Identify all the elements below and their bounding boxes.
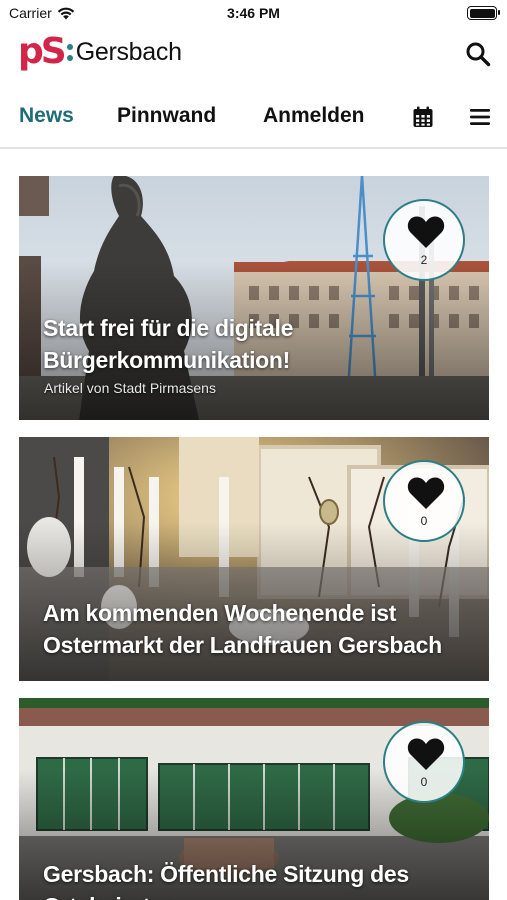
tab-pinnwand[interactable]: Pinnwand [117, 104, 216, 128]
article-card[interactable]: Gersbach: Öffentliche Sitzung des Ortsbe… [19, 698, 489, 900]
article-title: Gersbach: Öffentliche Sitzung des Ortsbe… [43, 861, 409, 900]
search-icon[interactable] [465, 41, 491, 67]
heart-icon [407, 477, 445, 509]
clock: 3:46 PM [227, 5, 280, 21]
heart-icon [407, 738, 445, 770]
menu-icon[interactable] [468, 105, 492, 129]
app-logo[interactable]: pS Gersbach [18, 32, 182, 72]
calendar-icon[interactable] [411, 105, 435, 129]
like-count: 0 [420, 775, 428, 789]
article-title: Am kommenden Wochenende ist Ostermarkt d… [43, 600, 442, 658]
battery-icon [467, 6, 500, 20]
header-divider [0, 147, 507, 149]
like-button[interactable]: 2 [383, 199, 465, 281]
logo-mark: pS [18, 31, 67, 72]
tab-bar: News Pinnwand Anmelden [0, 96, 507, 140]
like-button[interactable]: 0 [383, 460, 465, 542]
app-header: pS Gersbach [0, 28, 507, 80]
logo-name: Gersbach [75, 37, 182, 66]
logo-colon [66, 39, 74, 65]
tab-news[interactable]: News [19, 104, 74, 128]
article-card[interactable]: Am kommenden Wochenende ist Ostermarkt d… [19, 437, 489, 681]
article-card[interactable]: Start frei für die digitale Bürgerkommun… [19, 176, 489, 420]
article-title: Start frei für die digitale Bürgerkommun… [43, 315, 294, 373]
like-button[interactable]: 0 [383, 721, 465, 803]
like-count: 2 [420, 253, 428, 267]
status-bar: Carrier 3:46 PM [0, 0, 507, 28]
like-count: 0 [420, 514, 428, 528]
article-source: Artikel von Stadt Pirmasens [44, 380, 216, 396]
tab-anmelden[interactable]: Anmelden [263, 104, 365, 128]
heart-icon [407, 216, 445, 248]
battery-level [469, 8, 495, 18]
